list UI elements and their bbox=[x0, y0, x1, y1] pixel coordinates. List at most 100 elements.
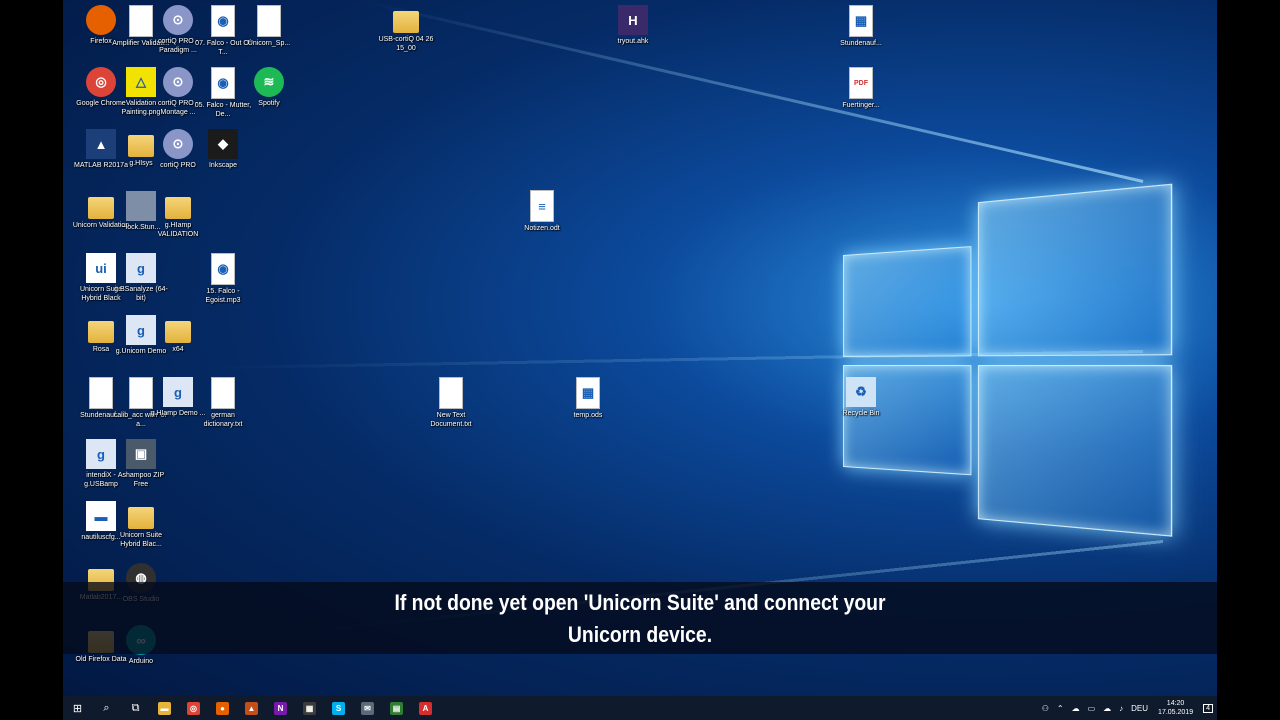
volume-icon[interactable]: ♪ bbox=[1119, 704, 1123, 713]
desktop-icon[interactable]: x64 bbox=[148, 315, 208, 354]
desktop-icon-image bbox=[211, 377, 235, 409]
desktop-icon-image: g bbox=[163, 377, 193, 407]
taskbar-app-button[interactable]: ● bbox=[208, 696, 237, 720]
desktop-icon[interactable]: g.HIamp VALIDATION bbox=[148, 191, 208, 239]
desktop-icon-label: Ashampoo ZIP Free bbox=[117, 472, 165, 488]
language-indicator[interactable]: DEU bbox=[1131, 704, 1148, 713]
desktop-icon[interactable]: g g.BSanalyze (64-bit) bbox=[111, 253, 171, 303]
search-button[interactable]: ⌕ bbox=[92, 696, 121, 720]
desktop-icon-label: New Text Document.txt bbox=[430, 412, 472, 428]
desktop-icon-image bbox=[128, 507, 154, 529]
desktop-icon-image bbox=[439, 377, 463, 409]
desktop-icon-image: ◉ bbox=[211, 67, 235, 99]
desktop-icon-label: Notizen.odt bbox=[524, 225, 560, 232]
clock-date: 17.05.2019 bbox=[1158, 709, 1194, 716]
desktop-icon-image: ≋ bbox=[254, 67, 284, 97]
task-view-button[interactable]: ⧉ bbox=[121, 696, 150, 720]
desktop-icon-label: USB-cortiQ 04 26 15_00 bbox=[378, 36, 434, 52]
taskbar-app-button[interactable]: ◎ bbox=[179, 696, 208, 720]
desktop-icon-image: g bbox=[126, 253, 156, 283]
taskbar-app-button[interactable]: ▦ bbox=[295, 696, 324, 720]
desktop-icon[interactable]: ▣ Ashampoo ZIP Free bbox=[111, 439, 171, 489]
system-tray: ⚇ ⌃ ☁ ▭ ☁ ♪ DEU 14:20 17.05.2019 4 bbox=[1038, 696, 1217, 720]
desktop-icon-image: H bbox=[618, 5, 648, 35]
taskbar-app-button[interactable]: S bbox=[324, 696, 353, 720]
desktop-icon-label: g.BSanalyze (64-bit) bbox=[114, 286, 168, 302]
desktop-icon[interactable]: german dictionary.txt bbox=[193, 377, 253, 429]
desktop-icon-image: ♻ bbox=[846, 377, 876, 407]
desktop-icon-image: ⊙ bbox=[163, 67, 193, 97]
desktop-icon[interactable]: PDF Fuertinger... bbox=[831, 67, 891, 110]
caption-line-2: Unicorn device. bbox=[567, 622, 713, 647]
desktop-icon-image: ◆ bbox=[208, 129, 238, 159]
taskbar-app-button[interactable]: A bbox=[411, 696, 440, 720]
desktop-icon[interactable]: Htryout.ahk bbox=[603, 5, 663, 46]
desktop-icon-label: temp.ods bbox=[573, 412, 603, 419]
people-icon[interactable]: ⚇ bbox=[1042, 704, 1049, 713]
desktop-icon-label: Unicorn_Sp... bbox=[247, 40, 291, 47]
caption-line-1: If not done yet open 'Unicorn Suite' and… bbox=[394, 590, 886, 615]
desktop-icon-image: ◉ bbox=[211, 5, 235, 37]
desktop-icon[interactable]: ▦ temp.ods bbox=[558, 377, 618, 420]
taskbar-app-button[interactable]: ▲ bbox=[237, 696, 266, 720]
onenote-icon: N bbox=[274, 701, 287, 715]
desktop-icon-label: Stundenauf... bbox=[840, 40, 882, 47]
firefox-icon: ● bbox=[216, 701, 229, 715]
taskbar-app-button[interactable]: ▬ bbox=[150, 696, 179, 720]
desktop-icon-label: Recycle Bin bbox=[842, 410, 880, 417]
windows-icon: ⊞ bbox=[72, 702, 83, 715]
task-view-icon: ⧉ bbox=[131, 701, 140, 714]
desktop-icon-label: g.HIamp VALIDATION bbox=[157, 222, 199, 238]
taskbar-app-button[interactable]: N bbox=[266, 696, 295, 720]
desktop-icon-image: ≡ bbox=[530, 190, 554, 222]
desktop-icon-label: 15. Falco - Egoist.mp3 bbox=[205, 288, 241, 304]
chrome-icon: ◎ bbox=[187, 701, 200, 715]
network-icon[interactable]: ▭ bbox=[1088, 704, 1096, 713]
taskbar: ⊞ ⌕ ⧉ ▬ ◎ ● ▲ N ▦ S ✉ ▤ A ⚇ ⌃ ☁ ▭ ☁ ♪ DEU 14:20 1… bbox=[63, 696, 1217, 720]
search-icon: ⌕ bbox=[103, 701, 110, 714]
start-button[interactable]: ⊞ bbox=[63, 696, 92, 720]
matlab-icon: ▲ bbox=[245, 701, 258, 715]
desktop-icon-image: ◉ bbox=[211, 253, 235, 285]
clock[interactable]: 14:20 17.05.2019 bbox=[1158, 699, 1193, 717]
acrobat-icon: A bbox=[419, 701, 432, 715]
windows-logo-wallpaper bbox=[843, 183, 1175, 546]
desktop-icon[interactable]: Unicorn_Sp... bbox=[239, 5, 299, 48]
desktop-icon-image bbox=[165, 321, 191, 343]
desktop-icon-label: tryout.ahk bbox=[617, 38, 649, 45]
notifications-icon[interactable]: 4 bbox=[1203, 703, 1213, 713]
desktop-icon-image: ⊙ bbox=[163, 129, 193, 159]
desktop-icon-label: Fuertinger... bbox=[842, 102, 880, 109]
desktop-icon-image: ▦ bbox=[576, 377, 600, 409]
show-hidden-icons-icon[interactable]: ⌃ bbox=[1057, 704, 1064, 713]
cloud-sync-icon[interactable]: ☁ bbox=[1103, 704, 1111, 713]
desktop-icon[interactable]: ♻ Recycle Bin bbox=[831, 377, 891, 418]
desktop-icon-image: ⊙ bbox=[163, 5, 193, 35]
desktop-icon[interactable]: ▦ Stundenauf... bbox=[831, 5, 891, 48]
onedrive-icon[interactable]: ☁ bbox=[1072, 704, 1080, 713]
desktop-icon-image bbox=[393, 11, 419, 33]
desktop-icon-label: german dictionary.txt bbox=[203, 412, 243, 428]
desktop-icon-label: Unicorn Suite Hybrid Blac... bbox=[119, 532, 163, 548]
desktop-icon[interactable]: ◉ 15. Falco - Egoist.mp3 bbox=[193, 253, 253, 305]
clock-time: 14:20 bbox=[1166, 700, 1185, 707]
desktop-icon[interactable]: New Text Document.txt bbox=[421, 377, 481, 429]
desktop-icon-image bbox=[89, 377, 113, 409]
skype-icon: S bbox=[332, 701, 345, 715]
desktop-icon-label: x64 bbox=[172, 346, 184, 353]
desktop-icon[interactable]: Unicorn Suite Hybrid Blac... bbox=[111, 501, 171, 549]
video-caption: If not done yet open 'Unicorn Suite' and… bbox=[63, 582, 1217, 654]
desktop-icon[interactable]: USB-cortiQ 04 26 15_00 bbox=[376, 5, 436, 53]
desktop-icon-label: Spotify bbox=[258, 100, 280, 107]
desktop-icon-image: ▣ bbox=[126, 439, 156, 469]
file-explorer-icon: ▬ bbox=[158, 701, 171, 715]
desktop-icon[interactable]: ≡ Notizen.odt bbox=[512, 190, 572, 233]
desktop-icon-image: ▦ bbox=[849, 5, 873, 37]
desktop-icon-label: Arduino bbox=[128, 658, 154, 665]
taskbar-app-button[interactable]: ✉ bbox=[353, 696, 382, 720]
mail-icon: ✉ bbox=[361, 701, 374, 715]
taskbar-app-button[interactable]: ▤ bbox=[382, 696, 411, 720]
desktop-icon[interactable]: ≋ Spotify bbox=[239, 67, 299, 108]
unicorn-icon: ▤ bbox=[390, 701, 403, 715]
desktop-icon[interactable]: ◆ Inkscape bbox=[193, 129, 253, 170]
